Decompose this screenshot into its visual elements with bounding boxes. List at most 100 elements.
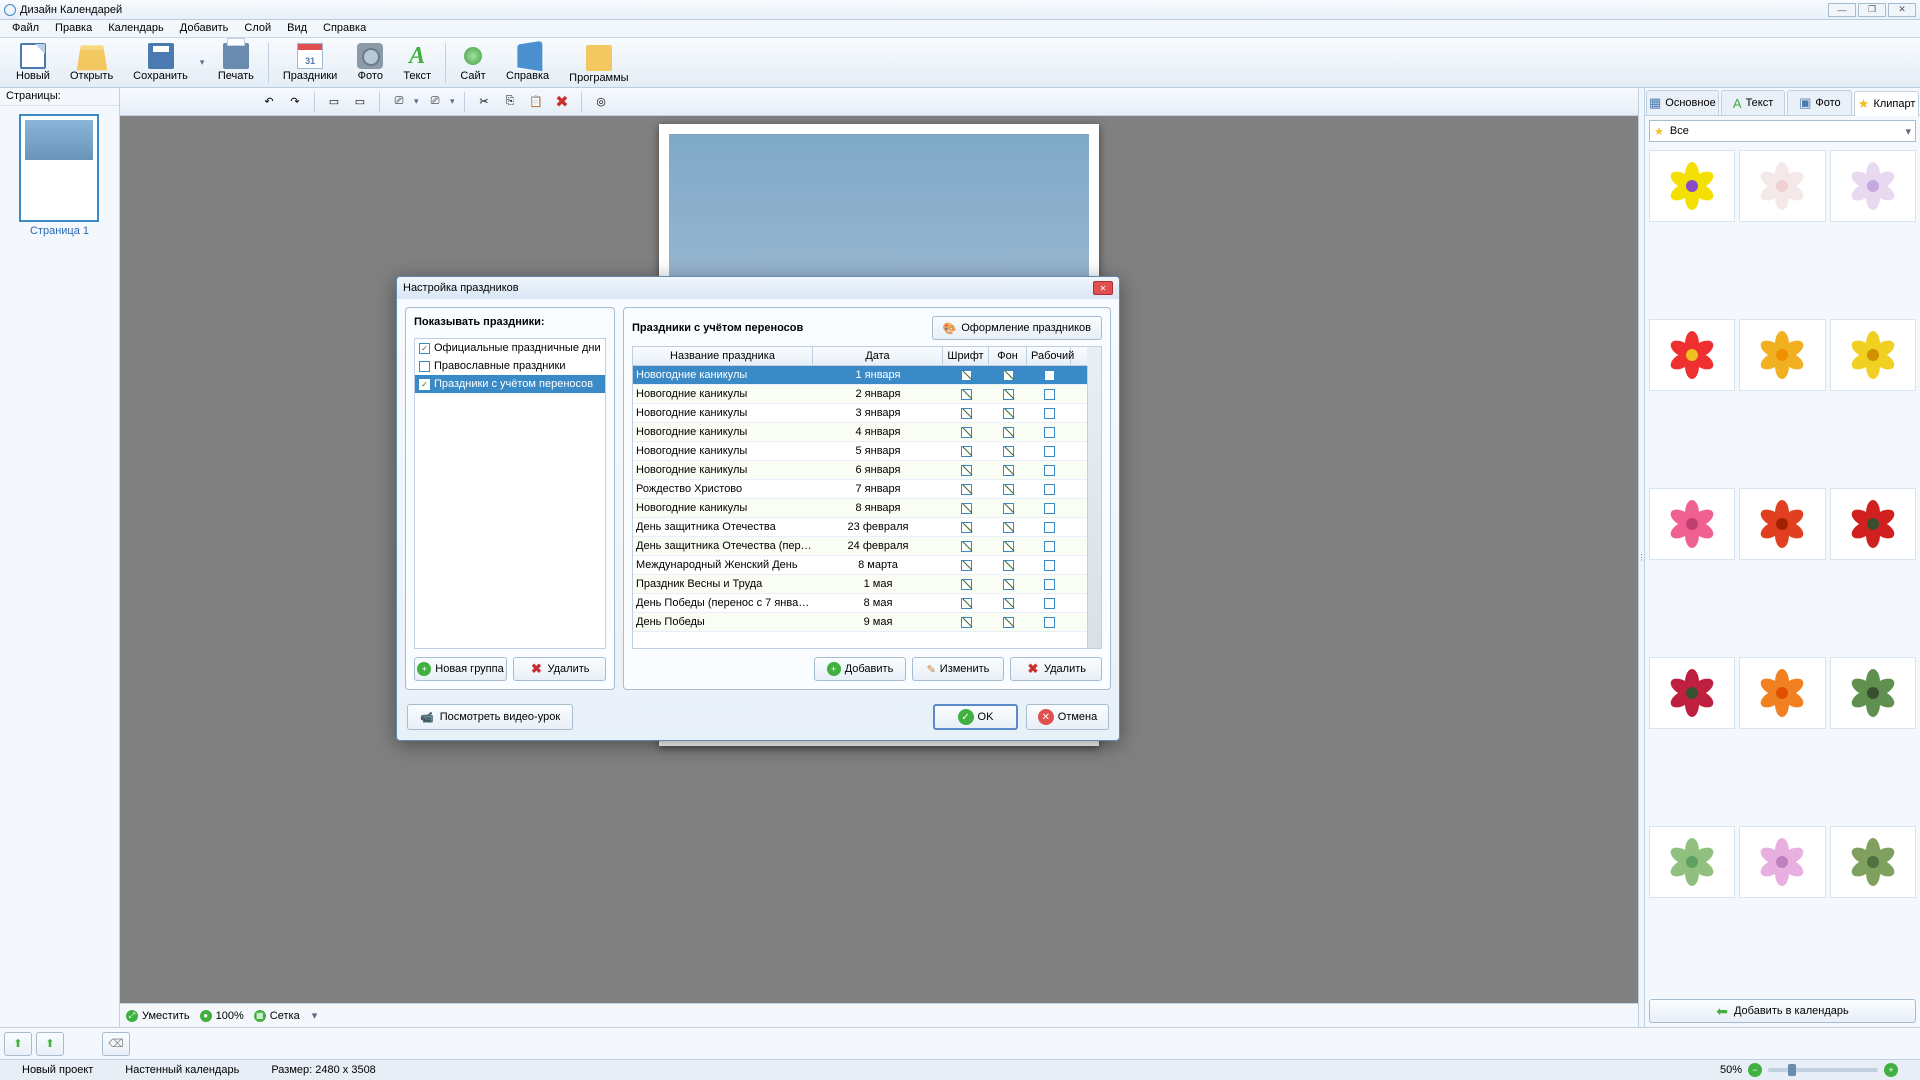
work-checkbox[interactable] [1044, 484, 1055, 495]
work-checkbox[interactable] [1044, 579, 1055, 590]
menu-календарь[interactable]: Календарь [100, 20, 172, 37]
work-checkbox[interactable] [1044, 522, 1055, 533]
table-row[interactable]: День Победы (перенос с 7 января)8 мая [633, 594, 1087, 613]
holiday-design-button[interactable]: 🎨 Оформление праздников [932, 316, 1102, 340]
work-checkbox[interactable] [1044, 560, 1055, 571]
work-checkbox[interactable] [1044, 503, 1055, 514]
clipart-item[interactable] [1649, 488, 1735, 560]
table-row[interactable]: Новогодние каникулы5 января [633, 442, 1087, 461]
tab-клипарт[interactable]: ★Клипарт [1854, 91, 1919, 116]
fit-button[interactable]: ⤢Уместить [126, 1010, 190, 1022]
align-button-2[interactable]: ⎚ [423, 91, 447, 113]
delete-group-button[interactable]: ✖Удалить [513, 657, 606, 681]
clipart-item[interactable] [1649, 826, 1735, 898]
category-checkbox[interactable] [419, 343, 430, 354]
tab-основное[interactable]: ▦Основное [1646, 90, 1719, 115]
new-group-button[interactable]: +Новая группа [414, 657, 507, 681]
zoom-out-button[interactable]: − [1748, 1063, 1762, 1077]
help-button[interactable]: Справка [496, 41, 559, 84]
clipart-item[interactable] [1830, 150, 1916, 222]
table-row[interactable]: Праздник Весны и Труда1 мая [633, 575, 1087, 594]
cancel-button[interactable]: ✕Отмена [1026, 704, 1109, 730]
bg-checkbox[interactable] [1003, 598, 1014, 609]
photo-button[interactable]: Фото [347, 41, 393, 84]
delete-button[interactable]: ✖ [550, 91, 574, 113]
work-checkbox[interactable] [1044, 389, 1055, 400]
work-checkbox[interactable] [1044, 408, 1055, 419]
bg-checkbox[interactable] [1003, 579, 1014, 590]
clipart-item[interactable] [1739, 488, 1825, 560]
canvas[interactable]: СентябрьПнВтСрЧтПтСбВс123456789101112131… [120, 116, 1638, 1003]
maximize-button[interactable]: ❐ [1858, 3, 1886, 17]
preview-button[interactable]: ◎ [589, 91, 613, 113]
font-checkbox[interactable] [961, 427, 972, 438]
clipart-item[interactable] [1830, 319, 1916, 391]
font-checkbox[interactable] [961, 560, 972, 571]
menu-вид[interactable]: Вид [279, 20, 315, 37]
redo-button[interactable]: ↷ [283, 91, 307, 113]
bg-checkbox[interactable] [1003, 560, 1014, 571]
font-checkbox[interactable] [961, 408, 972, 419]
dialog-close-button[interactable]: ✕ [1093, 281, 1113, 295]
category-item[interactable]: Православные праздники [415, 357, 605, 375]
save-button[interactable]: Сохранить [123, 41, 198, 84]
close-button[interactable]: ✕ [1888, 3, 1916, 17]
copy-button[interactable]: ⎘ [498, 91, 522, 113]
clipart-item[interactable] [1830, 657, 1916, 729]
font-checkbox[interactable] [961, 484, 972, 495]
work-checkbox[interactable] [1044, 465, 1055, 476]
send-back-button[interactable]: ▭ [348, 91, 372, 113]
font-checkbox[interactable] [961, 598, 972, 609]
add-holiday-button[interactable]: +Добавить [814, 657, 906, 681]
paste-button[interactable]: 📋 [524, 91, 548, 113]
category-item[interactable]: Праздники с учётом переносов [415, 375, 605, 393]
clipart-item[interactable] [1830, 826, 1916, 898]
table-row[interactable]: Новогодние каникулы2 января [633, 385, 1087, 404]
page-thumbnail[interactable]: Страница 1 [19, 114, 101, 237]
programs-button[interactable]: Программы [559, 39, 638, 86]
font-checkbox[interactable] [961, 522, 972, 533]
bg-checkbox[interactable] [1003, 389, 1014, 400]
font-checkbox[interactable] [961, 503, 972, 514]
dock-add-button[interactable]: ⬆ [4, 1032, 32, 1056]
bg-checkbox[interactable] [1003, 465, 1014, 476]
table-row[interactable]: День Победы9 мая [633, 613, 1087, 632]
work-checkbox[interactable] [1044, 598, 1055, 609]
font-checkbox[interactable] [961, 389, 972, 400]
menu-слой[interactable]: Слой [236, 20, 279, 37]
work-checkbox[interactable] [1044, 427, 1055, 438]
cut-button[interactable]: ✂ [472, 91, 496, 113]
work-checkbox[interactable] [1044, 446, 1055, 457]
clipart-item[interactable] [1739, 150, 1825, 222]
font-checkbox[interactable] [961, 370, 972, 381]
table-row[interactable]: День защитника Отечества23 февраля [633, 518, 1087, 537]
table-row[interactable]: Новогодние каникулы3 января [633, 404, 1087, 423]
work-checkbox[interactable] [1044, 541, 1055, 552]
undo-button[interactable]: ↶ [257, 91, 281, 113]
video-tutorial-button[interactable]: 📹 Посмотреть видео-урок [407, 704, 573, 730]
table-row[interactable]: Новогодние каникулы1 января [633, 366, 1087, 385]
minimize-button[interactable]: — [1828, 3, 1856, 17]
category-checkbox[interactable] [419, 361, 430, 372]
ok-button[interactable]: ✓OK [933, 704, 1018, 730]
bg-checkbox[interactable] [1003, 484, 1014, 495]
bg-checkbox[interactable] [1003, 427, 1014, 438]
align-button-1[interactable]: ⎚ [387, 91, 411, 113]
site-button[interactable]: Сайт [450, 41, 496, 84]
menu-файл[interactable]: Файл [4, 20, 47, 37]
zoom-100-button[interactable]: ●100% [200, 1010, 244, 1022]
dock-insert-button[interactable]: ⬆ [36, 1032, 64, 1056]
bring-front-button[interactable]: ▭ [322, 91, 346, 113]
edit-holiday-button[interactable]: ✎Изменить [912, 657, 1004, 681]
table-row[interactable]: День защитника Отечества (перено...24 фе… [633, 537, 1087, 556]
table-scrollbar[interactable] [1087, 366, 1101, 648]
table-row[interactable]: Новогодние каникулы6 января [633, 461, 1087, 480]
zoom-slider[interactable] [1768, 1068, 1878, 1072]
holidays-button[interactable]: Праздники [273, 41, 347, 84]
dock-remove-button[interactable]: ⌫ [102, 1032, 130, 1056]
new-button[interactable]: Новый [6, 41, 60, 84]
clipart-item[interactable] [1649, 319, 1735, 391]
bg-checkbox[interactable] [1003, 541, 1014, 552]
bg-checkbox[interactable] [1003, 503, 1014, 514]
text-button[interactable]: AТекст [393, 41, 441, 84]
